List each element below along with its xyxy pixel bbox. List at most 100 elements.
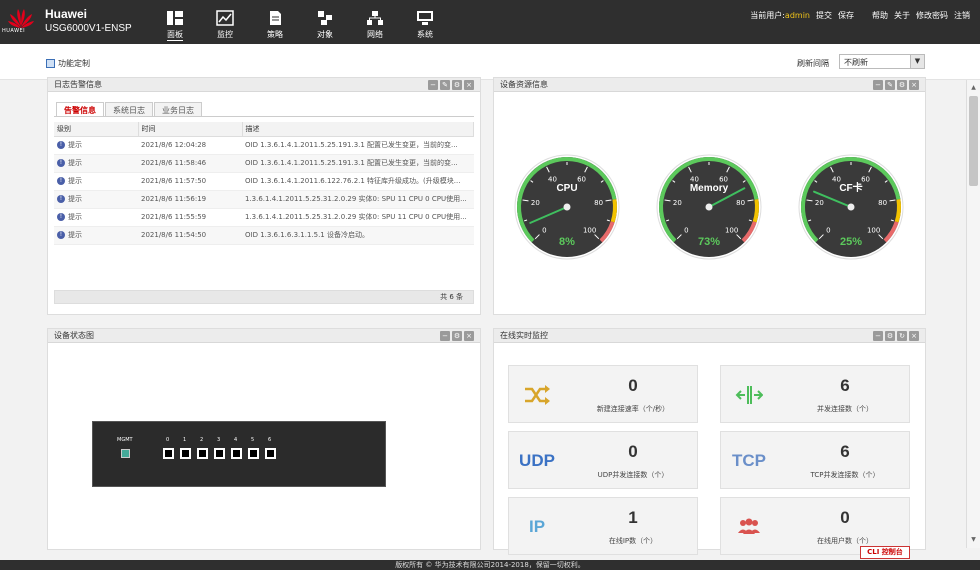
minimize-icon[interactable]: − — [428, 80, 438, 90]
current-user: admin — [784, 11, 810, 20]
time-cell: 2021/8/6 11:57:50 — [138, 172, 242, 191]
udp-connections-card: UDP 0 UDP并发连接数（个） — [508, 431, 698, 489]
column-header-desc[interactable]: 描述 — [242, 122, 474, 137]
mgmt-port[interactable] — [121, 449, 130, 458]
settings-icon[interactable]: ⚙ — [897, 80, 907, 90]
panel-tools: − ✎ ⚙ × — [428, 80, 474, 90]
metric-label: 在线IP数（个） — [608, 537, 658, 545]
nav-network[interactable]: 网络 — [350, 0, 400, 44]
tab-business-log[interactable]: 业务日志 — [154, 102, 202, 116]
time-cell: 2021/8/6 11:56:19 — [138, 190, 242, 209]
udp-icon: UDP — [519, 451, 555, 470]
settings-icon[interactable]: ⚙ — [452, 80, 462, 90]
ethernet-port[interactable] — [265, 448, 276, 459]
help-link[interactable]: 帮助 — [872, 10, 888, 21]
tab-divider — [54, 116, 474, 117]
edit-icon[interactable]: ✎ — [885, 80, 895, 90]
info-icon: ! — [57, 213, 65, 221]
system-icon — [417, 11, 433, 25]
scrollbar-thumb[interactable] — [969, 96, 978, 186]
gauge-value-label: 8% — [559, 236, 575, 248]
minimize-icon[interactable]: − — [873, 80, 883, 90]
chevron-down-icon: ▼ — [910, 55, 924, 68]
panel-title: 在线实时监控 — [500, 331, 548, 340]
tab-alarm[interactable]: 告警信息 — [56, 102, 104, 116]
refresh-icon[interactable]: ↻ — [897, 331, 907, 341]
top-links: 当前用户:admin 提交 保存 帮助 关于 修改密码 注销 — [750, 10, 970, 21]
current-user-label: 当前用户:admin — [750, 11, 810, 20]
ethernet-port[interactable] — [163, 448, 174, 459]
level-cell: ! 提示 — [54, 154, 138, 173]
logout-link[interactable]: 注销 — [954, 10, 970, 21]
metric-value: 0 — [840, 508, 850, 527]
gauge-tick-label: 0 — [542, 227, 546, 235]
column-header-time[interactable]: 时间 — [138, 122, 243, 137]
minimize-icon[interactable]: − — [873, 331, 883, 341]
level-cell: ! 提示 — [54, 208, 138, 227]
scroll-up-icon[interactable]: ▲ — [969, 84, 978, 92]
ethernet-port[interactable] — [180, 448, 191, 459]
cli-console-button[interactable]: CLI 控制台 — [860, 546, 910, 559]
about-link[interactable]: 关于 — [894, 10, 910, 21]
page-scrollbar[interactable]: ▲ ▼ — [966, 80, 980, 548]
table-row[interactable]: ! 提示 2021/8/6 11:54:50 OID 1.3.6.1.6.3.1.1.… — [54, 226, 474, 245]
close-icon[interactable]: × — [909, 331, 919, 341]
nav-policy[interactable]: 策略 — [250, 0, 300, 44]
ethernet-port[interactable] — [197, 448, 208, 459]
info-icon: ! — [57, 195, 65, 203]
tcp-connections-card: TCP 6 TCP并发连接数（个） — [720, 431, 910, 489]
close-icon[interactable]: × — [464, 80, 474, 90]
table-row[interactable]: ! 提示 2021/8/6 11:57:50 OID 1.3.6.1.4.1.2011… — [54, 172, 474, 191]
realtime-monitor-panel: 在线实时监控 − ⚙ ↻ × 0 新建连接速率（个/秒） 6 并发连接数（个） … — [493, 328, 926, 555]
metric-value: 6 — [840, 376, 850, 395]
ip-icon: IP — [528, 517, 546, 536]
monitor-icon — [216, 10, 234, 26]
save-link[interactable]: 保存 — [838, 10, 854, 21]
metric-value: 6 — [840, 442, 850, 461]
table-header-row: 级别 时间 描述 — [54, 122, 474, 137]
panel-tools: − ⚙ × — [440, 331, 474, 341]
minimize-icon[interactable]: − — [440, 331, 450, 341]
gauge-tick-label: 100 — [867, 227, 880, 235]
metric-value: 0 — [628, 376, 638, 395]
panel-title: 日志告警信息 — [54, 80, 102, 89]
close-icon[interactable]: × — [464, 331, 474, 341]
gauge-value-label: 25% — [840, 236, 862, 248]
table-row[interactable]: ! 提示 2021/8/6 11:58:46 OID 1.3.6.1.4.1.2011… — [54, 154, 474, 173]
port-number: 5 — [251, 437, 255, 443]
edit-icon[interactable]: ✎ — [440, 80, 450, 90]
gauge-tick-label: 80 — [594, 199, 603, 207]
column-header-level[interactable]: 级别 — [54, 122, 139, 137]
table-row[interactable]: ! 提示 2021/8/6 11:56:19 1.3.6.1.4.1.2011.5.2… — [54, 190, 474, 209]
level-cell: ! 提示 — [54, 226, 138, 245]
close-icon[interactable]: × — [909, 80, 919, 90]
commit-link[interactable]: 提交 — [816, 10, 832, 21]
panel-title: 设备状态图 — [54, 331, 94, 340]
nav-dashboard[interactable]: 面板 — [150, 0, 200, 44]
gauge-value-label: 73% — [698, 236, 720, 248]
tab-system-log[interactable]: 系统日志 — [105, 102, 153, 116]
ethernet-port[interactable] — [214, 448, 225, 459]
port-number: 4 — [234, 437, 238, 443]
gauge-tick-label: 100 — [583, 227, 596, 235]
scroll-down-icon[interactable]: ▼ — [969, 536, 978, 544]
sub-toolbar: 功能定制 刷新间隔 不刷新 ▼ — [0, 44, 980, 80]
change-password-link[interactable]: 修改密码 — [916, 10, 948, 21]
customize-button[interactable]: 功能定制 — [46, 58, 90, 69]
table-row[interactable]: ! 提示 2021/8/6 11:55:59 1.3.6.1.4.1.2011.5.2… — [54, 208, 474, 227]
nav-label: 面板 — [167, 30, 183, 41]
settings-icon[interactable]: ⚙ — [885, 331, 895, 341]
ethernet-port[interactable] — [248, 448, 259, 459]
nav-system[interactable]: 系统 — [400, 0, 450, 44]
device-status-panel: 设备状态图 − ⚙ × MGMT 0 1 2 3 4 5 6 — [47, 328, 481, 550]
table-row[interactable]: ! 提示 2021/8/6 12:04:28 OID 1.3.6.1.4.1.2011… — [54, 136, 474, 155]
nav-label: 对象 — [317, 30, 333, 39]
gauge-tick-label: 60 — [577, 175, 586, 183]
settings-icon[interactable]: ⚙ — [452, 331, 462, 341]
gauge-tick-label: 80 — [736, 199, 745, 207]
nav-monitor[interactable]: 监控 — [200, 0, 250, 44]
refresh-interval-select[interactable]: 不刷新 ▼ — [839, 54, 925, 69]
gauge-name: CPU — [556, 183, 577, 194]
ethernet-port[interactable] — [231, 448, 242, 459]
nav-object[interactable]: 对象 — [300, 0, 350, 44]
